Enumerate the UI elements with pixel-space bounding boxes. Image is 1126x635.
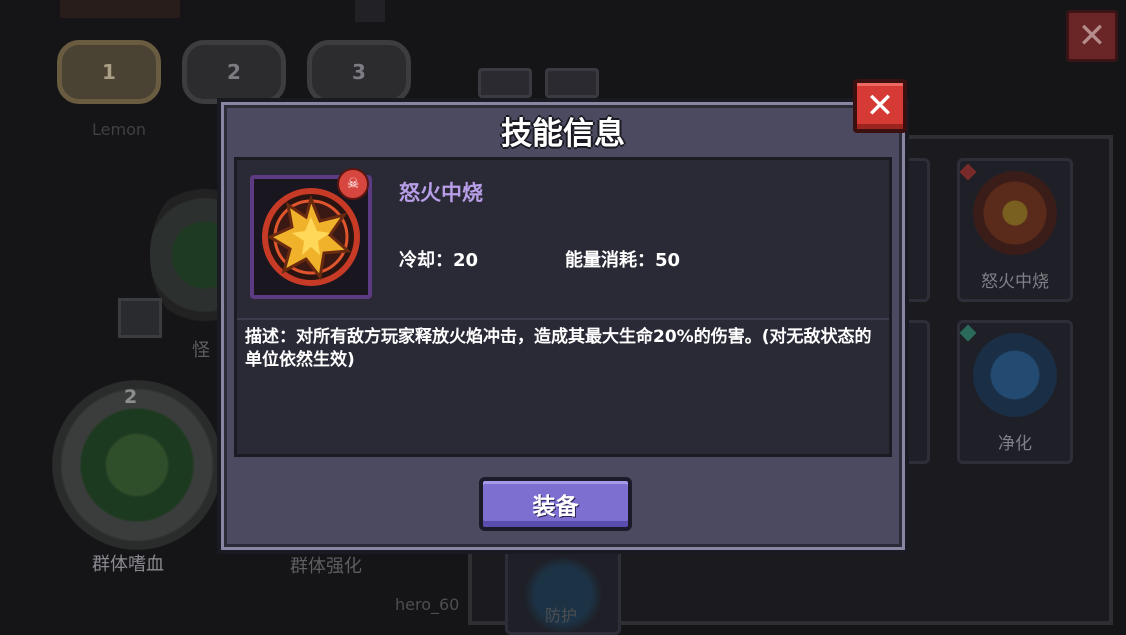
bottom-card-label: 防护: [545, 606, 578, 625]
fist-emblem-icon: [973, 333, 1057, 417]
dialog-title: 技能信息: [501, 116, 625, 152]
slot-tab-1[interactable]: 1: [57, 40, 161, 104]
skill-card-label: 怒火中烧: [981, 272, 1049, 292]
mini-tab-1[interactable]: [478, 68, 532, 98]
divider: [237, 318, 889, 320]
slot-tab-2[interactable]: 2: [182, 40, 286, 104]
top-marker: [355, 0, 385, 22]
monster-icon: [118, 298, 162, 338]
top-banner: [60, 0, 180, 18]
mini-tab-2[interactable]: [545, 68, 599, 98]
skill-detail-box: 怒火中烧 冷却：20 能量消耗：50 描述：对所有敌方玩家释放火焰冲击，造成其最…: [234, 157, 892, 457]
cooldown-stat: 冷却：20: [399, 250, 479, 271]
fire-element-icon: ☠: [337, 168, 369, 200]
skill-name: 怒火中烧: [399, 181, 483, 205]
skill-info-dialog: 技能信息 怒火中烧 冷却：20 能量消耗：50 描述：对所有敌方玩家释放火焰冲击…: [217, 98, 909, 554]
hero-label: hero_60: [395, 595, 460, 614]
slot-tab-3[interactable]: 3: [307, 40, 411, 104]
energy-cost-stat: 能量消耗：50: [565, 250, 681, 271]
monster-label: 怪: [192, 340, 210, 361]
equip-button[interactable]: 装备: [479, 477, 632, 531]
bloodthirst-label: 群体嗜血: [92, 554, 164, 575]
skill-card-label: 净化: [998, 434, 1032, 454]
skill-description: 描述：对所有敌方玩家释放火焰冲击，造成其最大生命20%的伤害。(对无敌状态的单位…: [245, 327, 872, 370]
fire-emblem-icon: [973, 171, 1057, 255]
skill-card-purify[interactable]: 净化: [957, 320, 1073, 464]
emblem-level: 2: [124, 386, 138, 408]
player-name: Lemon: [92, 120, 146, 139]
group-buff-label: 群体强化: [290, 556, 362, 577]
skill-card-rage-fire[interactable]: 怒火中烧: [957, 158, 1073, 302]
background-close-button[interactable]: ✕: [1066, 10, 1118, 62]
close-button[interactable]: ✕: [853, 79, 907, 133]
